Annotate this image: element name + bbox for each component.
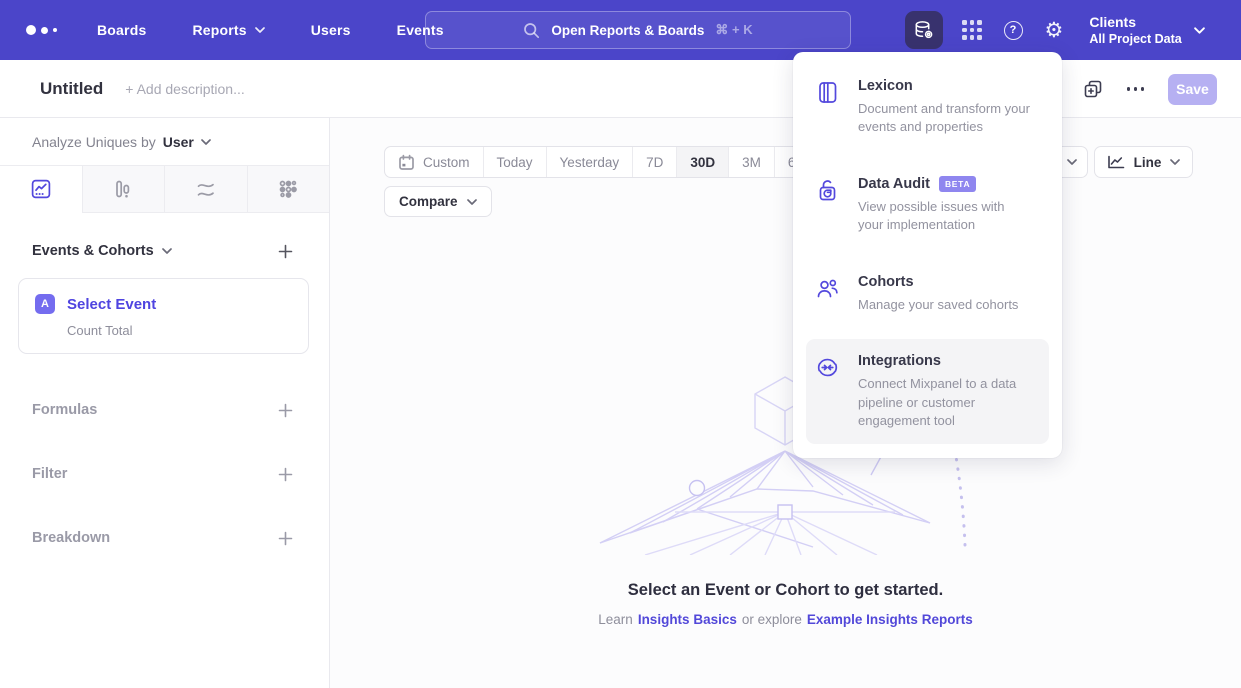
nav-right-cluster: ? ⚙ Clients All Project Data	[905, 0, 1205, 60]
search-placeholder: Open Reports & Boards	[551, 23, 704, 38]
date-range-3m[interactable]: 3M	[728, 147, 774, 177]
chevron-down-icon	[467, 199, 477, 205]
report-canvas: Custom Today Yesterday 7D 30D 3M 6M Line…	[330, 118, 1241, 688]
date-range-custom[interactable]: Custom	[385, 147, 483, 177]
filter-header: Filter	[32, 466, 67, 482]
plus-icon	[278, 403, 293, 418]
plus-icon	[278, 467, 293, 482]
settings-gear-icon[interactable]: ⚙	[1045, 20, 1064, 41]
compare-dropdown[interactable]: Compare	[384, 186, 492, 217]
nav-item-reports[interactable]: Reports	[192, 22, 264, 38]
event-series-badge: A	[35, 294, 55, 314]
more-options-button[interactable]	[1127, 87, 1145, 91]
duplicate-icon[interactable]	[1083, 79, 1103, 99]
menu-item-integrations[interactable]: Integrations Connect Mixpanel to a data …	[806, 339, 1049, 443]
date-range-30d[interactable]: 30D	[676, 147, 728, 177]
search-input[interactable]: Open Reports & Boards ⌘ + K	[425, 11, 851, 49]
report-title[interactable]: Untitled	[40, 79, 103, 99]
flows-tab-icon	[194, 178, 217, 200]
empty-state-title: Select an Event or Cohort to get started…	[330, 581, 1241, 600]
events-cohorts-header[interactable]: Events & Cohorts	[32, 243, 172, 259]
breakdown-header: Breakdown	[32, 530, 110, 546]
chart-style-dropdown[interactable]: Line	[1094, 146, 1193, 178]
save-button[interactable]: Save	[1168, 74, 1217, 105]
plus-icon	[278, 244, 293, 259]
chart-type-tabs	[0, 165, 329, 213]
date-range-7d[interactable]: 7D	[632, 147, 676, 177]
chevron-down-icon	[1067, 159, 1077, 165]
tab-flows[interactable]	[164, 166, 247, 212]
add-formula-button[interactable]	[278, 403, 293, 418]
chevron-down-icon	[255, 27, 265, 33]
data-management-dropdown: Lexicon Document and transform your even…	[793, 52, 1062, 458]
analyze-label: Analyze Uniques by	[32, 134, 156, 150]
org-name: Clients	[1089, 14, 1181, 30]
chevron-down-icon	[162, 248, 172, 254]
line-chart-tab-icon	[30, 178, 52, 200]
select-event-label[interactable]: Select Event	[67, 296, 156, 313]
nav-item-boards[interactable]: Boards	[97, 22, 146, 38]
insights-basics-link[interactable]: Insights Basics	[638, 612, 737, 627]
search-shortcut: ⌘ + K	[715, 22, 752, 38]
top-navigation: Boards Reports Users Events Open Reports…	[0, 0, 1241, 60]
analyze-by-dropdown[interactable]: User	[163, 134, 211, 150]
line-chart-icon	[1107, 155, 1125, 170]
formulas-header: Formulas	[32, 402, 97, 418]
nav-item-users[interactable]: Users	[311, 22, 351, 38]
help-icon[interactable]: ?	[1004, 21, 1023, 40]
chevron-down-icon[interactable]	[1194, 27, 1205, 34]
mixpanel-logo-icon[interactable]	[26, 25, 57, 35]
add-filter-button[interactable]	[278, 467, 293, 482]
calendar-icon	[398, 154, 415, 171]
date-range-yesterday[interactable]: Yesterday	[546, 147, 633, 177]
example-insights-reports-link[interactable]: Example Insights Reports	[807, 612, 973, 627]
data-audit-lock-icon	[814, 177, 841, 204]
cohorts-people-icon	[814, 275, 841, 302]
date-range-control: Custom Today Yesterday 7D 30D 3M 6M	[384, 146, 821, 178]
bar-chart-tab-icon	[112, 178, 134, 200]
query-builder-sidebar: Analyze Uniques by User	[0, 118, 330, 688]
apps-grid-icon[interactable]	[962, 20, 982, 40]
data-management-button[interactable]	[905, 11, 943, 49]
add-event-button[interactable]	[278, 244, 293, 259]
search-icon	[523, 22, 540, 39]
database-gear-icon	[913, 19, 935, 41]
tab-bar-chart[interactable]	[82, 166, 165, 212]
project-name: All Project Data	[1089, 32, 1181, 46]
chevron-down-icon	[201, 139, 211, 145]
tab-line-chart[interactable]	[0, 166, 82, 212]
add-description-field[interactable]: + Add description...	[125, 81, 244, 97]
integrations-sync-icon	[814, 354, 841, 381]
count-total-label[interactable]: Count Total	[67, 323, 292, 338]
plus-icon	[278, 531, 293, 546]
menu-item-lexicon[interactable]: Lexicon Document and transform your even…	[806, 64, 1049, 150]
lexicon-book-icon	[814, 79, 841, 106]
date-range-today[interactable]: Today	[483, 147, 546, 177]
select-event-card[interactable]: A Select Event Count Total	[18, 278, 309, 354]
tab-retention-grid[interactable]	[247, 166, 330, 212]
dots-grid-tab-icon	[277, 178, 299, 200]
beta-badge: BETA	[939, 176, 976, 192]
add-breakdown-button[interactable]	[278, 531, 293, 546]
chevron-down-icon	[1170, 159, 1180, 165]
menu-item-data-audit[interactable]: Data Audit BETA View possible issues wit…	[806, 162, 1049, 248]
empty-state-subtitle: Learn Insights Basics or explore Example…	[330, 612, 1241, 627]
project-selector[interactable]: Clients All Project Data	[1089, 14, 1181, 46]
menu-item-cohorts[interactable]: Cohorts Manage your saved cohorts	[806, 260, 1049, 327]
